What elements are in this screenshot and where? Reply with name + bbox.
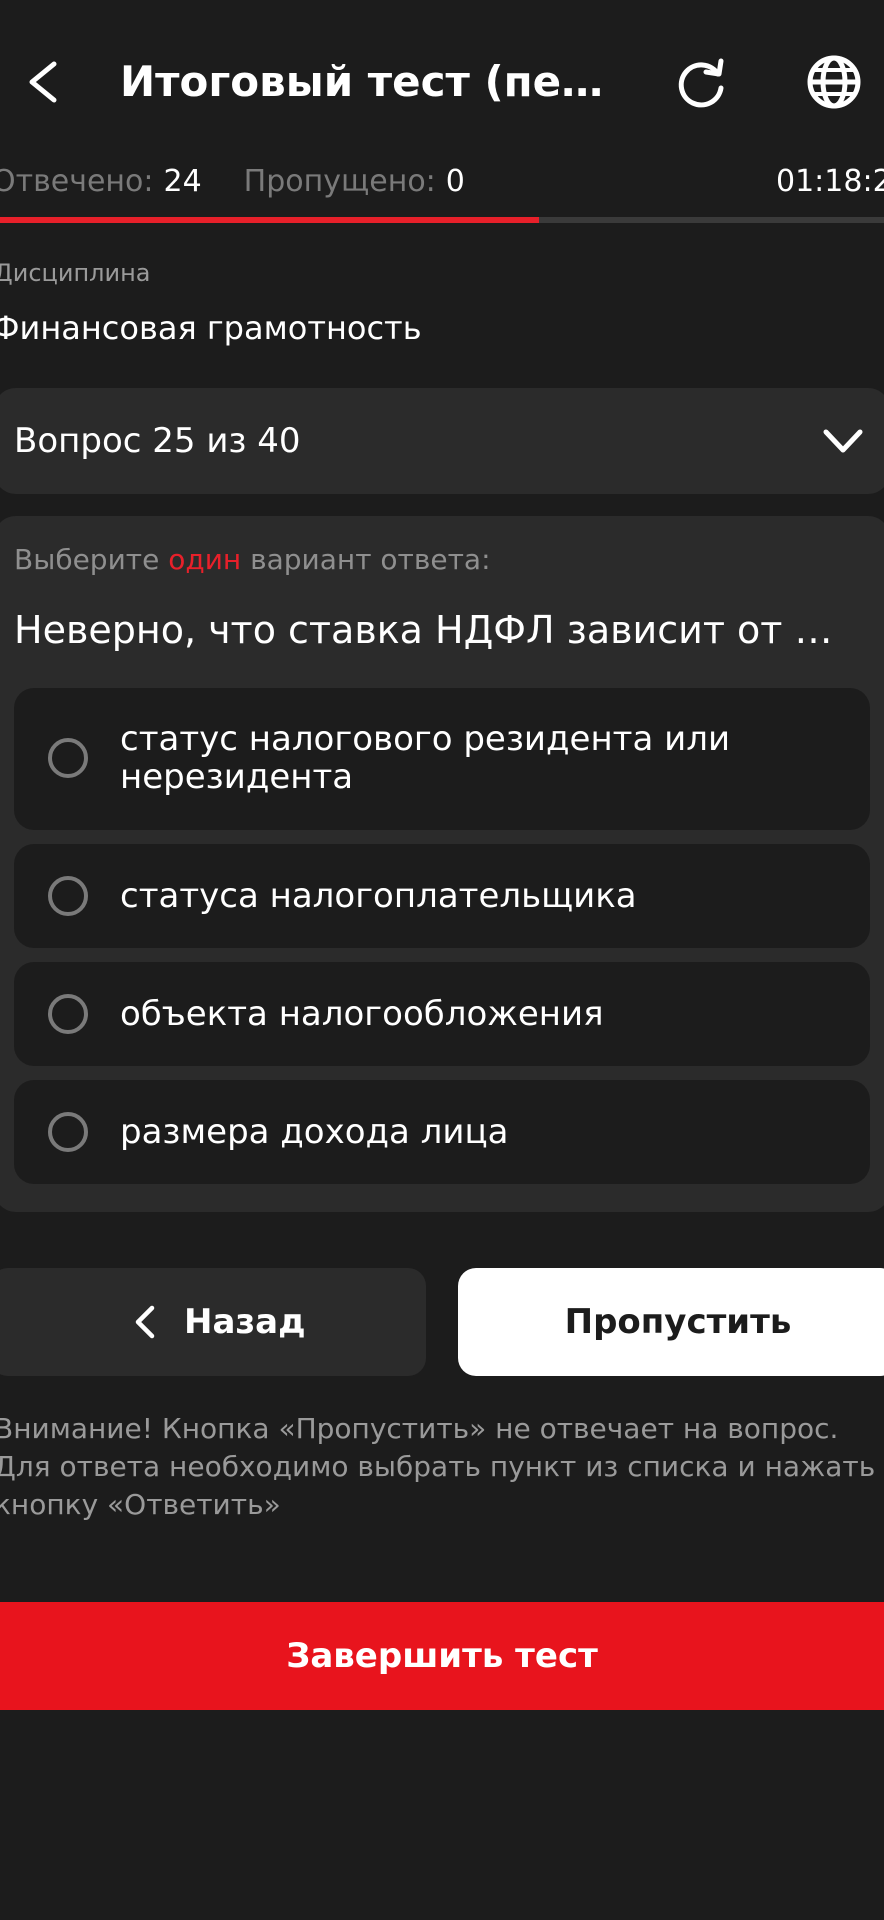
- question-number: Вопрос 25 из 40: [14, 421, 301, 461]
- progress-fill: [0, 217, 540, 223]
- page-title: Итоговый тест (пересд...: [120, 57, 620, 106]
- radio-button[interactable]: [48, 876, 88, 916]
- chevron-down-icon[interactable]: [818, 420, 868, 464]
- globe-icon[interactable]: [804, 50, 864, 114]
- warning-line: кнопку «Ответить»: [0, 1488, 281, 1521]
- instruction-accent: один: [168, 543, 242, 576]
- finish-test-label: Завершить тест: [286, 1636, 598, 1676]
- discipline-label: Дисциплина: [0, 259, 151, 287]
- radio-button[interactable]: [48, 994, 88, 1034]
- answered-count: 24: [163, 164, 202, 199]
- timer: 01:18:20: [776, 164, 884, 199]
- chevron-left-icon: [128, 1296, 162, 1348]
- skip-button-label: Пропустить: [564, 1302, 792, 1342]
- skip-warning: Внимание! Кнопка «Пропустить» не отвечае…: [0, 1410, 884, 1524]
- reload-icon[interactable]: [672, 52, 730, 112]
- warning-line: Для ответа необходимо выбрать пункт из с…: [0, 1450, 876, 1483]
- answer-instruction: Выберите один вариант ответа:: [14, 538, 491, 582]
- quiz-screen: Итоговый тест (пересд... Отвечено: 24 Проп…: [0, 0, 884, 1920]
- skipped-label: Пропущено:: [243, 164, 436, 199]
- answered-label: Отвечено:: [0, 164, 154, 199]
- option-text: статус налогового резидента или нерезиде…: [120, 719, 731, 797]
- answer-option[interactable]: статус налогового резидента или нерезиде…: [14, 688, 870, 830]
- stats-row: Отвечено: 24 Пропущено: 0: [0, 160, 884, 204]
- instruction-text-end: вариант ответа:: [241, 543, 491, 576]
- answer-option[interactable]: размера дохода лица: [14, 1080, 870, 1184]
- back-button-label: Назад: [184, 1302, 306, 1342]
- radio-button[interactable]: [48, 738, 88, 778]
- back-arrow-icon[interactable]: [18, 52, 70, 112]
- instruction-text: Выберите: [14, 543, 169, 576]
- answer-option[interactable]: статуса налогоплательщика: [14, 844, 870, 948]
- skipped-count: 0: [445, 164, 465, 199]
- question-text: Неверно, что ставка НДФЛ зависит от …: [14, 608, 833, 652]
- option-text: объекта налогообложения: [120, 994, 604, 1034]
- progress-bar: [0, 217, 884, 223]
- answer-option[interactable]: объекта налогообложения: [14, 962, 870, 1066]
- discipline-value: Финансовая грамотность: [0, 309, 422, 347]
- option-text: статуса налогоплательщика: [120, 876, 637, 916]
- radio-button[interactable]: [48, 1112, 88, 1152]
- option-text: размера дохода лица: [120, 1112, 509, 1152]
- warning-line: Внимание! Кнопка «Пропустить» не отвечае…: [0, 1412, 839, 1445]
